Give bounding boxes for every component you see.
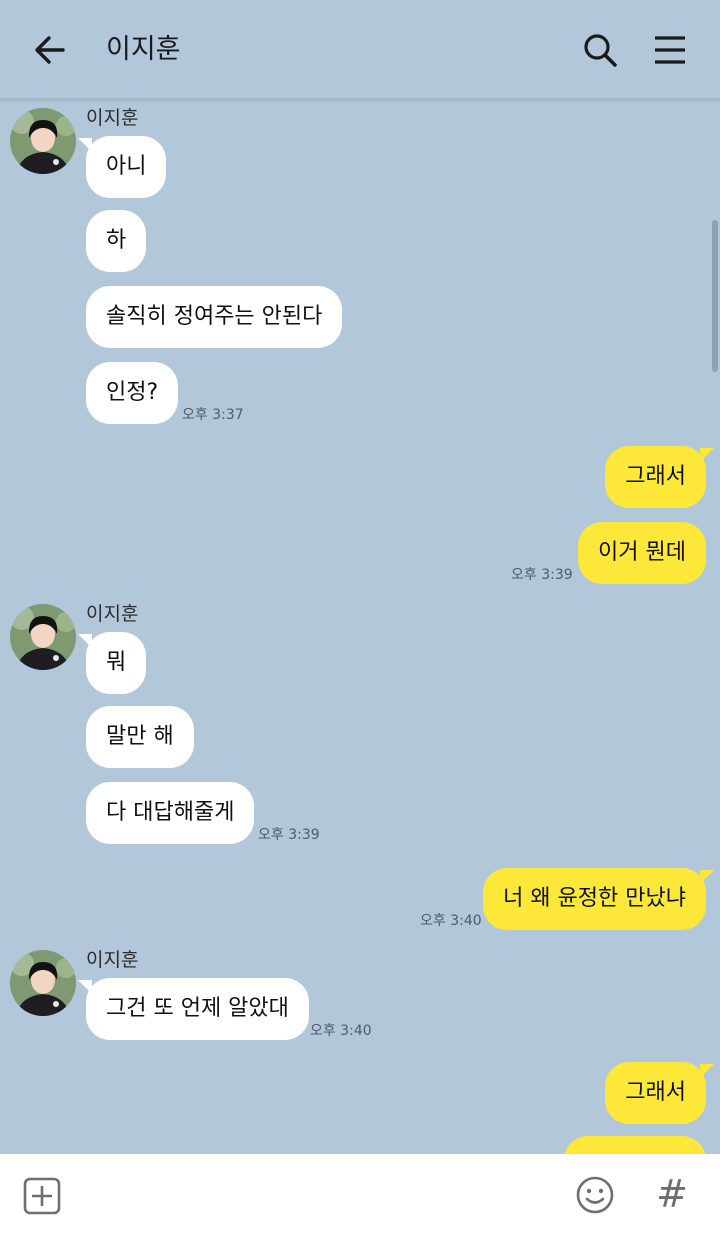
message-bubble[interactable]: 인정? <box>86 362 179 424</box>
message-bubble[interactable]: 이거 뭔데 <box>578 522 706 584</box>
message-list[interactable]: 이지훈 아니 하 솔직히 정여주는 안된다 인정? 오후 3:37 그래서 이거… <box>0 98 720 1154</box>
emoji-icon[interactable] <box>574 1174 616 1216</box>
scrollbar[interactable] <box>712 220 718 372</box>
message-time: 오후 3:39 <box>511 567 573 583</box>
message-bubble[interactable]: 다 대답해줄게 <box>86 782 255 844</box>
sender-name: 이지훈 <box>86 949 139 971</box>
avatar[interactable] <box>10 108 76 174</box>
message-bubble[interactable]: 그래서 <box>605 1062 714 1124</box>
chat-header: 이지훈 <box>0 0 720 98</box>
message-time: 오후 3:37 <box>182 407 244 423</box>
message-bubble[interactable]: 솔직히 정여주는 안된다 <box>86 286 343 348</box>
search-icon[interactable] <box>580 30 620 70</box>
message-bubble[interactable] <box>564 1136 706 1154</box>
hamburger-menu-icon[interactable] <box>650 30 690 70</box>
avatar[interactable] <box>10 604 76 670</box>
plus-square-icon[interactable] <box>22 1176 62 1216</box>
message-time: 오후 3:40 <box>310 1023 372 1039</box>
sender-name: 이지훈 <box>86 107 139 129</box>
hashtag-button[interactable]: # <box>652 1172 692 1216</box>
chat-title: 이지훈 <box>106 34 181 65</box>
message-time: 오후 3:40 <box>420 913 482 929</box>
arrow-left-icon[interactable] <box>30 30 70 70</box>
avatar[interactable] <box>10 950 76 1016</box>
message-bubble[interactable]: 그래서 <box>605 446 714 508</box>
message-bubble[interactable]: 말만 해 <box>86 706 194 768</box>
message-bubble[interactable]: 그건 또 언제 알았대 <box>78 978 309 1040</box>
sender-name: 이지훈 <box>86 603 139 625</box>
message-time: 오후 3:39 <box>258 827 320 843</box>
message-bubble[interactable]: 뭐 <box>77 632 147 694</box>
message-bubble[interactable]: 하 <box>86 210 147 272</box>
message-bubble[interactable]: 아니 <box>77 136 167 198</box>
message-bubble[interactable]: 너 왜 윤정한 만났냐 <box>483 868 714 930</box>
input-bar: # <box>0 1154 720 1238</box>
